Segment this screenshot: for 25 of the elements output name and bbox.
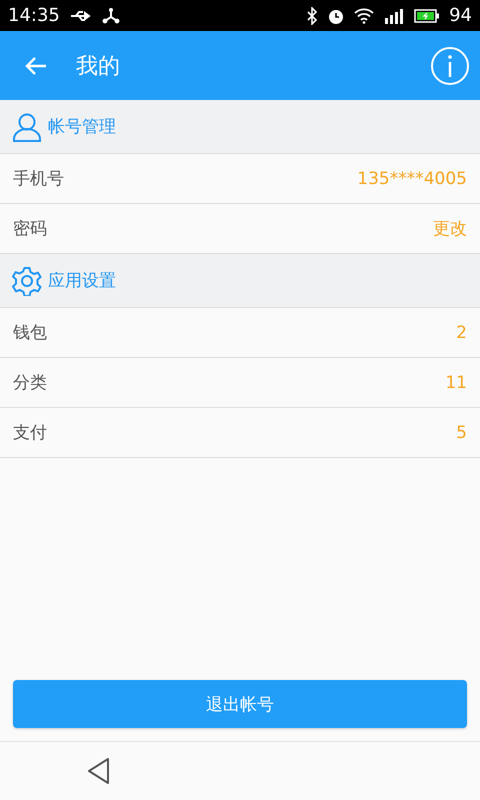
battery-level: 94 — [449, 5, 472, 26]
section-title: 帐号管理 — [48, 116, 116, 138]
row-label: 手机号 — [13, 168, 64, 190]
share-icon — [102, 8, 120, 24]
page-title: 我的 — [76, 52, 120, 80]
info-icon[interactable] — [430, 46, 470, 86]
row-label: 分类 — [13, 372, 47, 394]
bluetooth-icon — [306, 6, 318, 24]
row-label: 支付 — [13, 422, 47, 444]
row-value: 135****4005 — [357, 168, 467, 188]
gear-icon — [12, 266, 42, 296]
row-label: 密码 — [13, 218, 47, 240]
back-icon[interactable] — [86, 757, 112, 785]
row-value: 2 — [456, 322, 467, 342]
row-value: 更改 — [433, 218, 467, 240]
section-title: 应用设置 — [48, 270, 116, 292]
row-label: 钱包 — [13, 322, 47, 344]
wifi-icon — [354, 8, 374, 24]
row-value: 11 — [445, 372, 467, 392]
person-icon — [12, 112, 42, 142]
row-value: 5 — [456, 422, 467, 442]
signal-icon — [383, 6, 406, 24]
battery-icon — [414, 8, 440, 22]
usb-icon — [68, 8, 93, 22]
status-time: 14:35 — [8, 5, 60, 26]
